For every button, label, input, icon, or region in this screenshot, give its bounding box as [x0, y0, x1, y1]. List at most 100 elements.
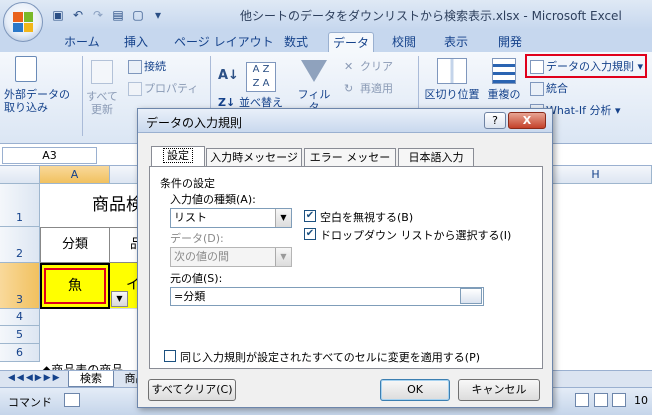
filter-button[interactable]: フィルタ — [296, 60, 332, 114]
office-button[interactable] — [3, 2, 43, 42]
undo-icon[interactable]: ↶ — [70, 7, 86, 23]
chevron-down-icon: ▼ — [275, 209, 291, 227]
ribbon-separator — [82, 56, 83, 136]
source-input[interactable]: =分類 — [170, 287, 484, 306]
dialog-title-bar[interactable]: データの入力規則 ? X — [138, 109, 552, 133]
cell-b1-title[interactable]: 商品検 — [40, 184, 143, 227]
tab-input-message[interactable]: 入力時メッセージ — [206, 148, 302, 167]
dialog-title: データの入力規則 — [146, 116, 243, 130]
tab-error-message[interactable]: エラー メッセージ — [304, 148, 396, 181]
column-header-a[interactable]: A — [40, 166, 110, 184]
reapply-button[interactable]: ↻ 再適用 — [344, 80, 393, 96]
tab-ime[interactable]: 日本語入力 — [398, 148, 474, 167]
window-title: 他シートのデータをダウンリストから検索表示.xlsx - Microsoft E… — [240, 9, 622, 23]
chevron-down-icon: ▼ — [275, 248, 291, 266]
connections-label: 接続 — [144, 60, 166, 73]
ignore-blank-label: 空白を無視する(B) — [320, 211, 414, 224]
text-to-columns-label: 区切り位置 — [424, 88, 480, 101]
status-mode: コマンド — [8, 396, 52, 409]
tab-page-layout[interactable]: ページ レイアウト — [170, 32, 278, 52]
sort-dialog-icon[interactable]: A ZZ A — [246, 62, 276, 92]
apply-all-checkbox[interactable] — [164, 350, 176, 362]
text-to-columns-button[interactable]: 区切り位置 — [422, 58, 482, 101]
row-header-3[interactable]: 3 — [0, 263, 40, 309]
cancel-button[interactable]: キャンセル — [458, 379, 540, 401]
filter-icon — [301, 60, 327, 82]
tab-settings[interactable]: 設定 — [151, 146, 205, 168]
connections-button[interactable]: 接続 — [128, 58, 166, 74]
tab-view[interactable]: 表示 — [440, 32, 472, 52]
tab-home[interactable]: ホーム — [60, 32, 104, 52]
apply-all-label: 同じ入力規則が設定されたすべてのセルに変更を適用する(P) — [180, 351, 481, 364]
remove-duplicates-button[interactable]: 重複の — [484, 58, 524, 101]
in-cell-dropdown-label: ドロップダウン リストから選択する(I) — [320, 229, 512, 242]
column-header-h[interactable]: H — [540, 166, 652, 184]
reapply-label: 再適用 — [360, 82, 393, 95]
data-label: データ(D): — [170, 232, 224, 245]
quick-access-toolbar: ▣ ↶ ↷ ▤ ▢ ▾ — [50, 6, 166, 24]
sheet-tab-search[interactable]: 検索 — [68, 371, 114, 387]
data-validation-dialog: データの入力規則 ? X 設定 入力時メッセージ エラー メッセージ 日本語入力… — [137, 108, 553, 408]
settings-panel: 条件の設定 入力値の種類(A): リスト ▼ データ(D): 次の値の間 ▼ ✔… — [149, 166, 543, 369]
tab-developer[interactable]: 開発 — [494, 32, 526, 52]
external-data-icon — [15, 56, 37, 82]
ribbon-tab-bar: ホーム 挿入 ページ レイアウト 数式 データ 校閲 表示 開発 — [0, 30, 652, 52]
print-preview-icon[interactable]: ▢ — [130, 7, 146, 23]
properties-button[interactable]: プロパティ — [128, 80, 198, 96]
cell-a3[interactable]: 魚 — [40, 263, 110, 309]
normal-view-icon[interactable] — [575, 393, 589, 407]
in-cell-dropdown-checkbox[interactable]: ✔ — [304, 228, 316, 240]
refresh-all-button[interactable]: すべて 更新 — [84, 60, 120, 116]
reapply-icon: ↻ — [344, 82, 354, 95]
select-all-corner[interactable] — [0, 166, 40, 184]
cell-a3-value: 魚 — [44, 268, 106, 304]
sheet-nav-icon[interactable]: ◀◀◀▶▶▶ — [8, 373, 62, 383]
clear-button[interactable]: ✕ クリア — [344, 58, 393, 74]
page-layout-view-icon[interactable] — [594, 393, 608, 407]
collapse-dialog-icon[interactable] — [460, 288, 482, 304]
chevron-down-icon: ▾ — [611, 104, 621, 117]
sort-az-icon[interactable]: A↓ — [218, 68, 239, 83]
consolidate-button[interactable]: 統合 — [530, 80, 568, 96]
row-header-6[interactable]: 6 — [0, 344, 40, 362]
allow-value: リスト — [174, 211, 207, 224]
name-box[interactable]: A3 — [2, 147, 97, 164]
form-icon[interactable]: ▤ — [110, 7, 126, 23]
properties-icon — [128, 82, 142, 96]
data-select[interactable]: 次の値の間 ▼ — [170, 247, 292, 267]
connections-icon — [128, 60, 142, 74]
text-to-columns-icon — [437, 58, 467, 84]
customize-qat-icon[interactable]: ▾ — [150, 7, 166, 23]
help-button[interactable]: ? — [484, 112, 506, 129]
remove-duplicates-label: 重複の — [487, 88, 521, 101]
ok-button[interactable]: OK — [380, 379, 450, 401]
get-external-data-label: 外部データの 取り込み — [4, 88, 70, 114]
row-header-4[interactable]: 4 — [0, 309, 40, 326]
tab-insert[interactable]: 挿入 — [120, 32, 152, 52]
redo-icon[interactable]: ↷ — [90, 7, 106, 23]
allow-select[interactable]: リスト ▼ — [170, 208, 292, 228]
consolidate-icon — [530, 82, 544, 96]
save-icon[interactable]: ▣ — [50, 7, 66, 23]
data-validation-highlight — [525, 54, 647, 78]
zoom-level[interactable]: 10 — [634, 394, 648, 407]
tab-review[interactable]: 校閲 — [388, 32, 420, 52]
remove-duplicates-icon — [492, 58, 516, 84]
cell-a2[interactable]: 分類 — [40, 227, 110, 263]
allow-label: 入力値の種類(A): — [170, 193, 256, 206]
row-header-1[interactable]: 1 — [0, 184, 40, 227]
data-value: 次の値の間 — [174, 250, 229, 263]
what-if-label: What-If 分析 — [546, 104, 612, 117]
get-external-data-button[interactable]: 外部データの 取り込み — [4, 56, 70, 114]
dropdown-arrow-icon[interactable]: ▼ — [111, 291, 128, 307]
close-button[interactable]: X — [508, 112, 546, 129]
tab-formulas[interactable]: 数式 — [280, 32, 312, 52]
row-header-2[interactable]: 2 — [0, 227, 40, 263]
tab-data[interactable]: データ — [328, 32, 374, 52]
macro-record-icon[interactable] — [64, 393, 80, 407]
page-break-view-icon[interactable] — [612, 393, 626, 407]
source-label: 元の値(S): — [170, 272, 223, 285]
row-header-5[interactable]: 5 — [0, 326, 40, 344]
clear-all-button[interactable]: すべてクリア(C) — [148, 379, 236, 401]
ignore-blank-checkbox[interactable]: ✔ — [304, 210, 316, 222]
